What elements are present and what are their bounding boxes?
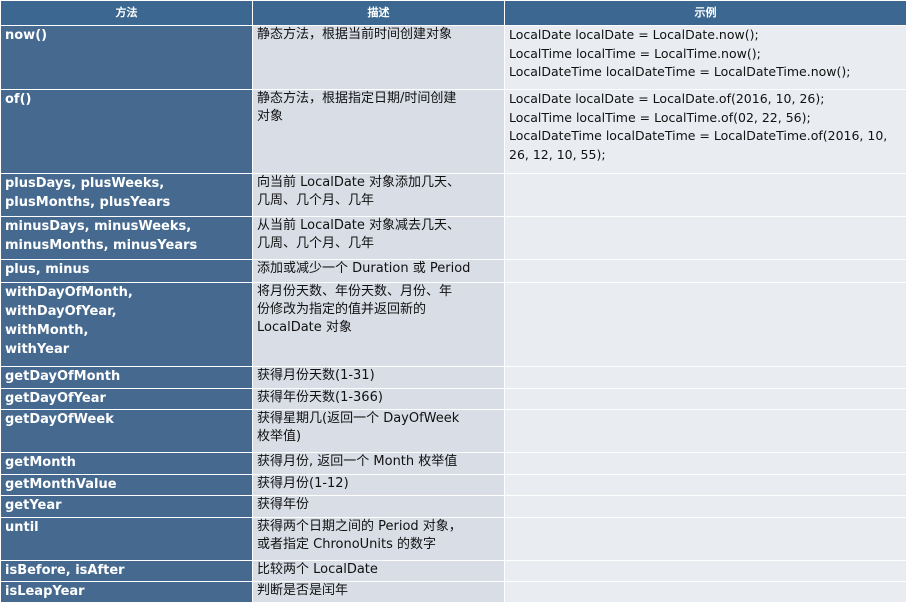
method-cell: getMonthValue <box>1 475 253 496</box>
example-cell <box>505 410 906 453</box>
method-cell: of() <box>1 90 253 174</box>
example-cell <box>505 561 906 582</box>
example-cell <box>505 453 906 475</box>
method-cell: isLeapYear <box>1 582 253 603</box>
table-row: now() 静态方法，根据当前时间创建对象 LocalDate localDat… <box>1 26 906 90</box>
method-cell: getDayOfYear <box>1 389 253 410</box>
method-cell: now() <box>1 26 253 90</box>
description-cell: 向当前 LocalDate 对象添加几天、 几周、几个月、几年 <box>253 174 505 217</box>
example-cell <box>505 518 906 561</box>
example-cell <box>505 174 906 217</box>
header-description: 描述 <box>253 1 505 26</box>
description-cell: 判断是否是闰年 <box>253 582 505 603</box>
description-cell: 静态方法，根据指定日期/时间创建 对象 <box>253 90 505 174</box>
method-cell: plusDays, plusWeeks, plusMonths, plusYea… <box>1 174 253 217</box>
example-cell: LocalDate localDate = LocalDate.of(2016,… <box>505 90 906 174</box>
table-row: until 获得两个日期之间的 Period 对象， 或者指定 ChronoUn… <box>1 518 906 561</box>
method-cell: withDayOfMonth, withDayOfYear, withMonth… <box>1 283 253 367</box>
method-cell: getDayOfWeek <box>1 410 253 453</box>
description-cell: 获得月份(1-12) <box>253 475 505 496</box>
example-cell <box>505 260 906 283</box>
example-cell <box>505 283 906 367</box>
method-cell: getYear <box>1 496 253 518</box>
header-example: 示例 <box>505 1 906 26</box>
table-row: minusDays, minusWeeks, minusMonths, minu… <box>1 217 906 260</box>
method-cell: isBefore, isAfter <box>1 561 253 582</box>
example-cell <box>505 475 906 496</box>
description-cell: 获得月份天数(1-31) <box>253 367 505 389</box>
description-cell: 获得月份, 返回一个 Month 枚举值 <box>253 453 505 475</box>
api-methods-table: 方法 描述 示例 now() 静态方法，根据当前时间创建对象 LocalDate… <box>0 0 906 603</box>
example-cell <box>505 582 906 603</box>
description-cell: 获得两个日期之间的 Period 对象， 或者指定 ChronoUnits 的数… <box>253 518 505 561</box>
description-cell: 静态方法，根据当前时间创建对象 <box>253 26 505 90</box>
description-cell: 比较两个 LocalDate <box>253 561 505 582</box>
example-cell <box>505 367 906 389</box>
method-cell: getMonth <box>1 453 253 475</box>
table-row: isBefore, isAfter 比较两个 LocalDate <box>1 561 906 582</box>
table-row: withDayOfMonth, withDayOfYear, withMonth… <box>1 283 906 367</box>
table-row: getDayOfWeek 获得星期几(返回一个 DayOfWeek 枚举值) <box>1 410 906 453</box>
description-cell: 添加或减少一个 Duration 或 Period <box>253 260 505 283</box>
header-row: 方法 描述 示例 <box>1 1 906 26</box>
table-row: getMonthValue 获得月份(1-12) <box>1 475 906 496</box>
table-row: getDayOfYear 获得年份天数(1-366) <box>1 389 906 410</box>
description-cell: 从当前 LocalDate 对象减去几天、 几周、几个月、几年 <box>253 217 505 260</box>
method-cell: plus, minus <box>1 260 253 283</box>
header-method: 方法 <box>1 1 253 26</box>
method-cell: minusDays, minusWeeks, minusMonths, minu… <box>1 217 253 260</box>
table-row: isLeapYear 判断是否是闰年 <box>1 582 906 603</box>
example-cell <box>505 389 906 410</box>
description-cell: 获得星期几(返回一个 DayOfWeek 枚举值) <box>253 410 505 453</box>
method-cell: getDayOfMonth <box>1 367 253 389</box>
example-cell <box>505 217 906 260</box>
table-row: getDayOfMonth 获得月份天数(1-31) <box>1 367 906 389</box>
example-cell <box>505 496 906 518</box>
description-cell: 获得年份天数(1-366) <box>253 389 505 410</box>
table-row: plusDays, plusWeeks, plusMonths, plusYea… <box>1 174 906 217</box>
description-cell: 将月份天数、年份天数、月份、年 份修改为指定的值并返回新的 LocalDate … <box>253 283 505 367</box>
table-row: getMonth 获得月份, 返回一个 Month 枚举值 <box>1 453 906 475</box>
description-cell: 获得年份 <box>253 496 505 518</box>
table-row: of() 静态方法，根据指定日期/时间创建 对象 LocalDate local… <box>1 90 906 174</box>
table-row: getYear 获得年份 <box>1 496 906 518</box>
method-cell: until <box>1 518 253 561</box>
table-row: plus, minus 添加或减少一个 Duration 或 Period <box>1 260 906 283</box>
example-cell: LocalDate localDate = LocalDate.now(); L… <box>505 26 906 90</box>
